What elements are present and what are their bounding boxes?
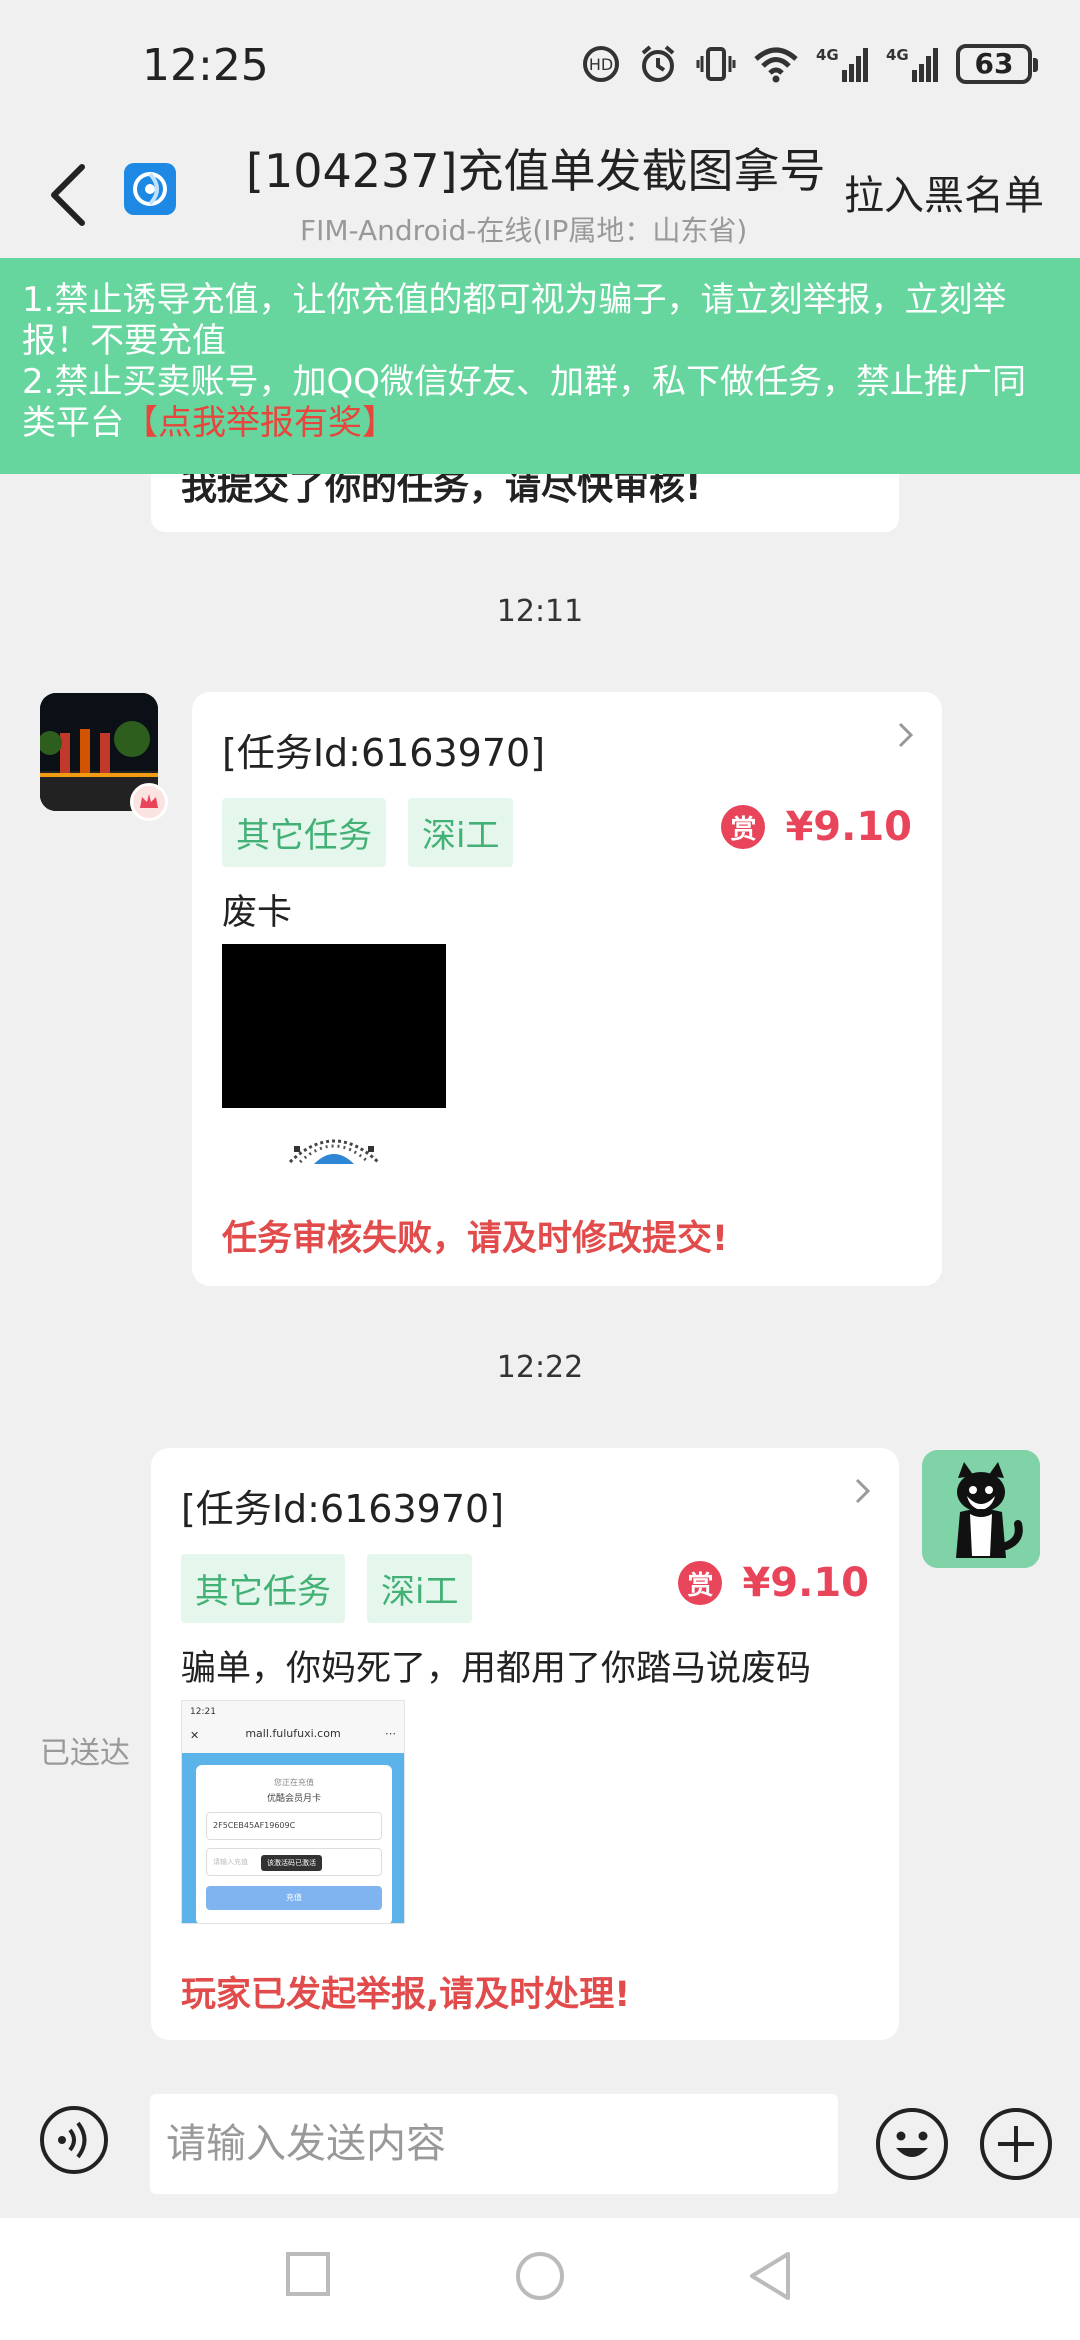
thumb-close-icon: ✕ [190, 1729, 200, 1742]
add-button[interactable] [978, 2106, 1054, 2182]
task-card[interactable]: [任务Id:6163970] 其它任务 深i工 赏 ¥9.10 骗单，你妈死了，… [151, 1448, 899, 2040]
vibrate-icon [696, 44, 736, 84]
circle-icon [516, 2252, 564, 2300]
status-icons: HD 4G 4G 63 [582, 44, 1038, 84]
task-status-text: 任务审核失败，请及时修改提交! [222, 1219, 728, 1259]
screenshot-thumbnail[interactable]: 12:21 ✕ mall.fulufuxi.com ⋯ 您正在充值 优酷会员月卡… [181, 1700, 405, 1924]
report-reward-link[interactable]: 【点我举报有奖】 [124, 403, 396, 443]
message-input[interactable] [150, 2094, 838, 2194]
task-tag: 深i工 [367, 1554, 473, 1623]
thumb-status-time: 12:21 [190, 1707, 216, 1717]
chat-subtitle: FIM-Android-在线(IP属地：山东省) [300, 214, 748, 247]
emoji-button[interactable] [874, 2106, 950, 2182]
back-button[interactable] [28, 155, 108, 235]
signal-icon-1: 4G [816, 44, 868, 84]
task-tag: 深i工 [408, 798, 514, 867]
back-arrow-icon [51, 164, 85, 226]
thumb-line-1: 您正在充值 [274, 1778, 314, 1787]
thumb-url-bar: ✕ mall.fulufuxi.com ⋯ [182, 1727, 404, 1753]
recents-button[interactable] [284, 2250, 332, 2302]
task-tags: 其它任务 深i工 [181, 1554, 473, 1623]
svg-text:4G: 4G [816, 46, 839, 64]
voice-icon [40, 2106, 108, 2174]
chevron-right-icon [853, 1476, 873, 1510]
svg-text:HD: HD [589, 55, 613, 74]
cat-avatar-icon [922, 1450, 1040, 1568]
notice-banner: 1.禁止诱导充值，让你充值的都可视为骗子，请立刻举报，立刻举报！不要充值 2.禁… [0, 258, 1080, 474]
thumb-input-field: 请输入充值 该激活码已激活 [206, 1848, 382, 1876]
reward-icon: 赏 [678, 1561, 723, 1605]
task-reward: 赏 ¥9.10 [678, 1560, 869, 1606]
delivered-status: 已送达 [40, 1736, 130, 1771]
thumb-code-field: 2F5CEB45AF19609C [206, 1812, 382, 1840]
thumb-panel: 您正在充值 优酷会员月卡 2F5CEB45AF19609C 请输入充值 该激活码… [196, 1765, 392, 1923]
status-time: 12:25 [142, 40, 269, 91]
wifi-icon [754, 45, 798, 83]
battery-indicator: 63 [956, 44, 1038, 84]
hd-call-icon: HD [582, 45, 620, 83]
notice-line-2: 2.禁止买卖账号，加QQ微信好友、加群，私下做任务，禁止推广同类平台【点我举报有… [22, 362, 1058, 444]
square-icon [286, 2252, 330, 2296]
task-tags: 其它任务 深i工 [222, 798, 514, 867]
task-message-text: 废卡 [222, 893, 293, 933]
thumb-toast: 该激活码已激活 [261, 1855, 322, 1871]
chat-title: [104237]充值单发截图拿号 [246, 144, 826, 198]
thumb-url: mall.fulufuxi.com [245, 1727, 341, 1740]
home-button[interactable] [514, 2250, 566, 2306]
chat-header: [104237]充值单发截图拿号 FIM-Android-在线(IP属地：山东省… [0, 135, 1080, 260]
vip-crown-icon [130, 783, 168, 821]
task-card-title: [任务Id:6163970] [181, 1487, 505, 1531]
alarm-icon [638, 44, 678, 84]
thumb-more-icon: ⋯ [385, 1727, 396, 1740]
time-separator: 12:22 [496, 1350, 584, 1385]
redacted-image[interactable] [222, 944, 446, 1108]
emoji-icon [876, 2108, 948, 2180]
time-separator: 12:11 [496, 594, 584, 629]
notice-line-1: 1.禁止诱导充值，让你充值的都可视为骗子，请立刻举报，立刻举报！不要充值 [22, 280, 1007, 361]
chevron-right-icon [896, 720, 916, 754]
task-message-text: 骗单，你妈死了，用都用了你踏马说废码 [181, 1649, 812, 1689]
reward-amount: ¥9.10 [785, 804, 912, 850]
signal-icon-2: 4G [886, 44, 938, 84]
task-status-text: 玩家已发起举报,请及时处理! [181, 1975, 631, 2015]
task-tag: 其它任务 [222, 798, 386, 867]
thumb-input-placeholder: 请输入充值 [213, 1858, 248, 1866]
my-avatar[interactable] [922, 1450, 1040, 1568]
thumb-line-2: 优酷会员月卡 [266, 1794, 321, 1804]
system-nav-bar [0, 2218, 1080, 2340]
plus-icon [980, 2108, 1052, 2180]
svg-text:4G: 4G [886, 46, 909, 64]
blacklist-button[interactable]: 拉入黑名单 [844, 163, 1044, 221]
thumb-recharge-button: 充值 [206, 1886, 382, 1910]
task-tag: 其它任务 [181, 1554, 345, 1623]
qr-code-fragment [284, 1124, 384, 1164]
back-nav-button[interactable] [746, 2250, 794, 2306]
voice-button[interactable] [38, 2104, 110, 2176]
task-card[interactable]: [任务Id:6163970] 其它任务 深i工 赏 ¥9.10 废卡 任务审核失… [192, 692, 942, 1286]
task-card-title: [任务Id:6163970] [222, 731, 546, 775]
task-reward: 赏 ¥9.10 [721, 804, 912, 850]
status-bar: 12:25 HD 4G 4G 63 [0, 0, 1080, 135]
reward-icon: 赏 [721, 805, 766, 849]
triangle-back-icon [750, 2252, 790, 2300]
reward-amount: ¥9.10 [742, 1560, 869, 1606]
app-logo-icon [124, 163, 176, 215]
